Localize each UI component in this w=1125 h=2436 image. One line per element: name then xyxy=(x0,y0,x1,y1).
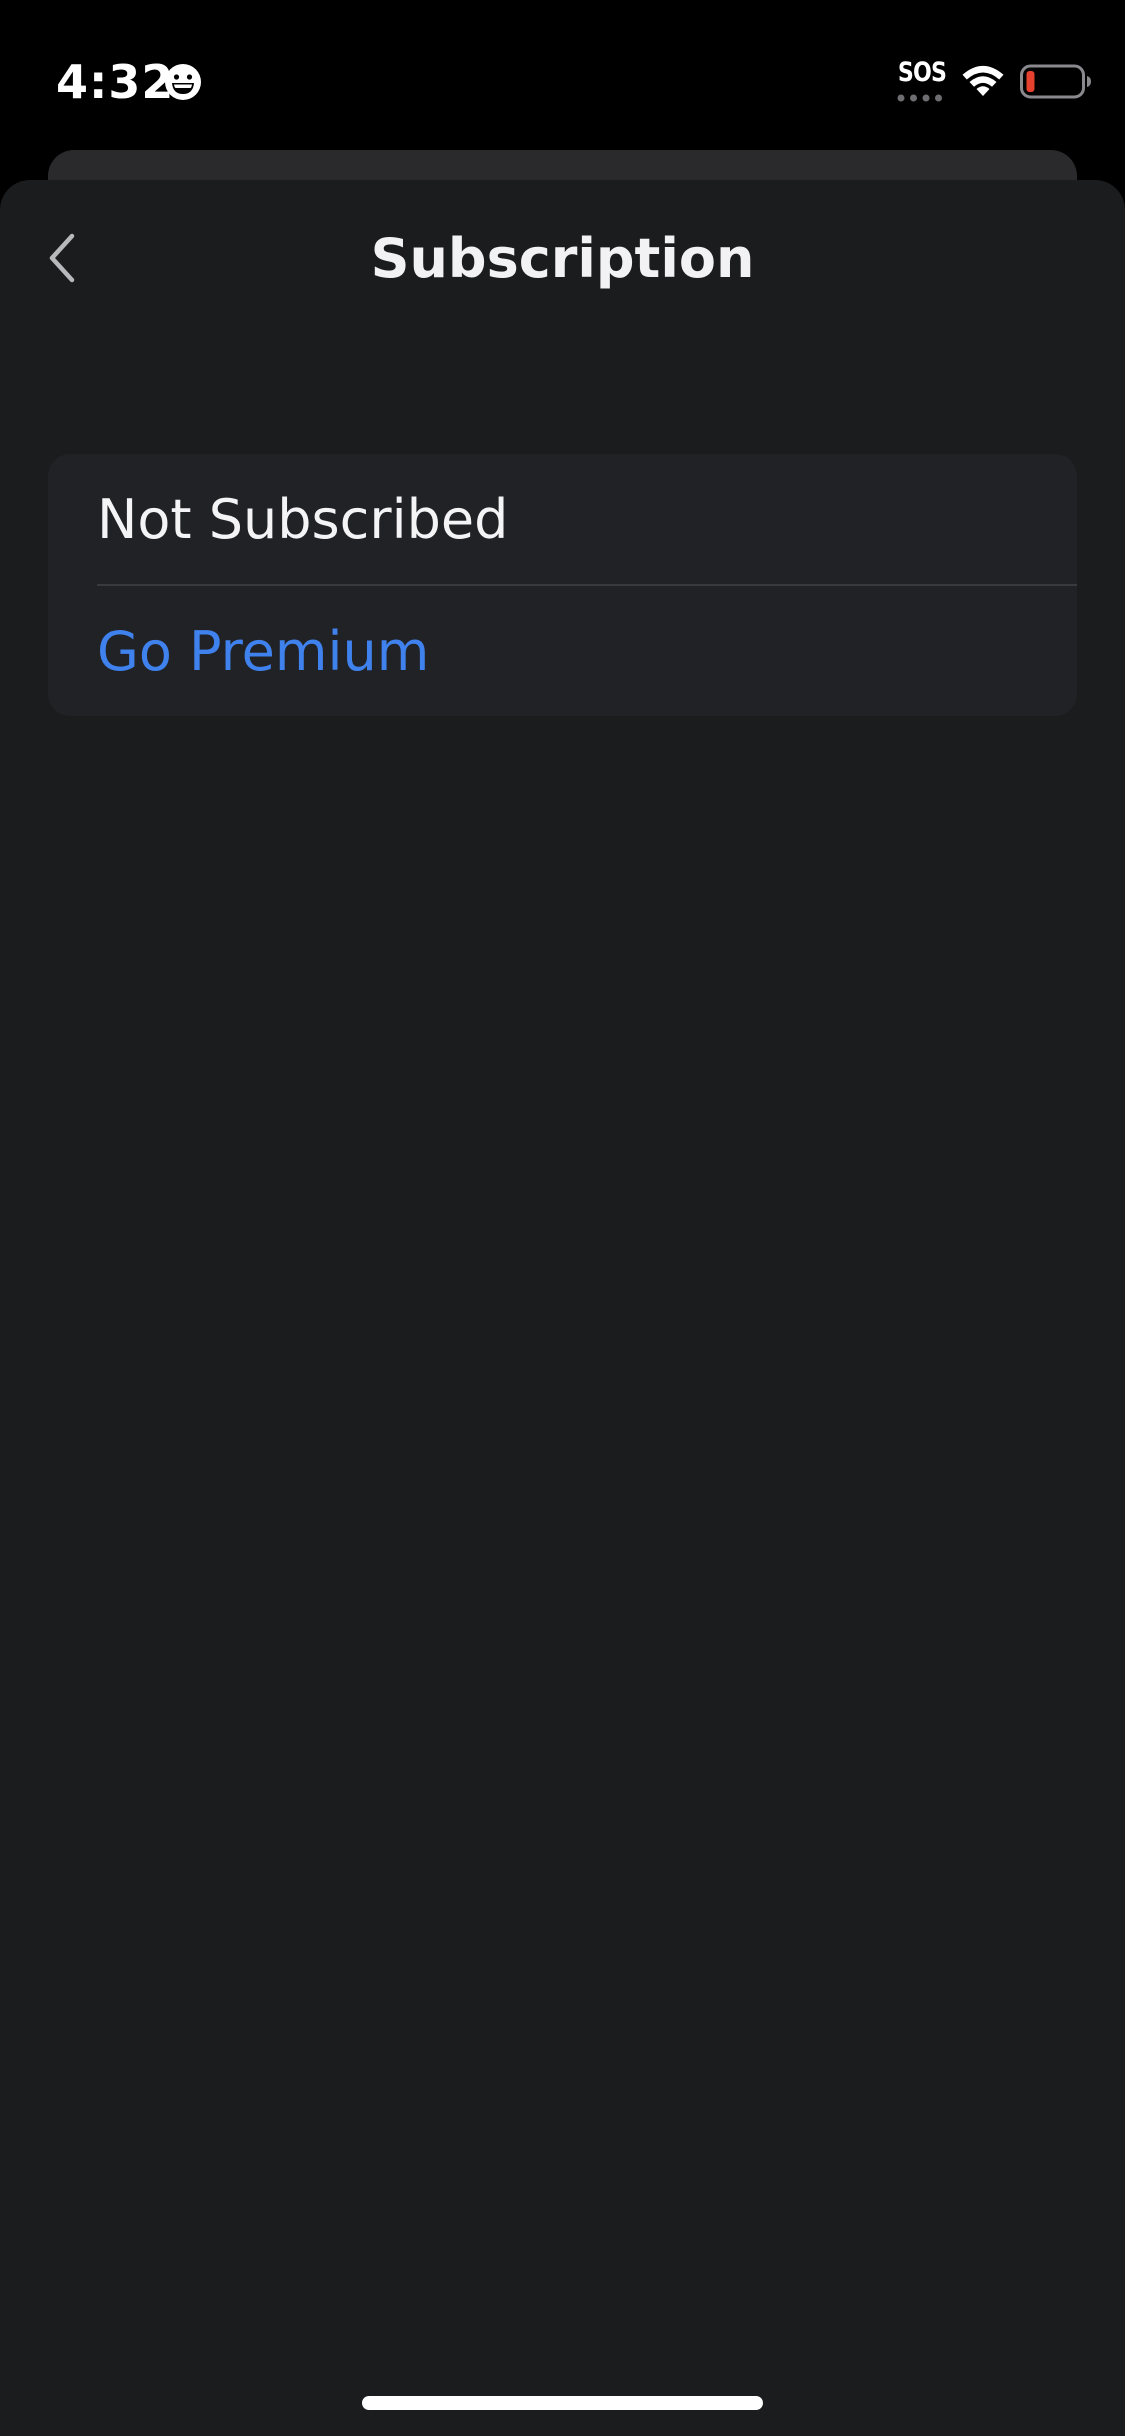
go-premium-button[interactable]: Go Premium xyxy=(48,586,1077,716)
nav-bar: Subscription xyxy=(0,180,1125,340)
status-bar: 4:32 SOS xyxy=(0,0,1125,150)
wifi-icon xyxy=(962,65,1004,96)
signal-dots-icon xyxy=(897,94,942,102)
page-title: Subscription xyxy=(370,227,755,290)
sos-indicator: SOS xyxy=(893,56,947,106)
subscription-sheet: Subscription Not Subscribed Go Premium xyxy=(0,180,1125,2436)
grinning-face-icon xyxy=(165,64,201,100)
home-indicator[interactable] xyxy=(362,2396,763,2410)
sos-label: SOS xyxy=(897,57,947,88)
screen: 4:32 SOS Subscription Not Subscribed Go … xyxy=(0,0,1125,2436)
subscription-status-label: Not Subscribed xyxy=(97,488,509,551)
subscription-status-row: Not Subscribed xyxy=(48,454,1077,584)
battery-low-icon xyxy=(1020,64,1091,99)
status-time: 4:32 xyxy=(56,55,175,109)
go-premium-label: Go Premium xyxy=(97,620,430,683)
subscription-card: Not Subscribed Go Premium xyxy=(48,454,1077,716)
